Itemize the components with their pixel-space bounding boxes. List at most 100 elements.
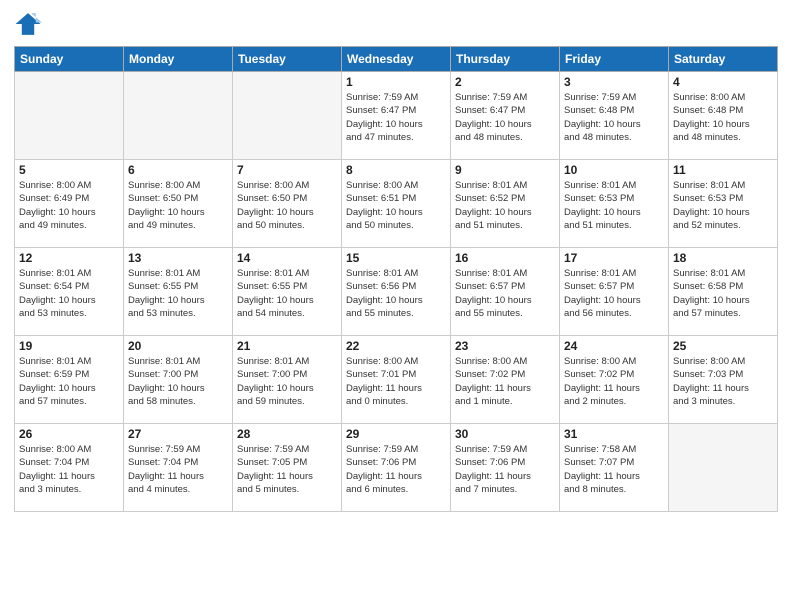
day-number: 26 bbox=[19, 427, 119, 441]
calendar-cell: 15 Sunrise: 8:01 AM Sunset: 6:56 PM Dayli… bbox=[342, 248, 451, 336]
day-number: 23 bbox=[455, 339, 555, 353]
day-info: Sunrise: 8:00 AM Sunset: 6:48 PM Dayligh… bbox=[673, 91, 773, 144]
day-number: 21 bbox=[237, 339, 337, 353]
day-info: Sunrise: 8:01 AM Sunset: 6:53 PM Dayligh… bbox=[673, 179, 773, 232]
day-info: Sunrise: 8:00 AM Sunset: 7:01 PM Dayligh… bbox=[346, 355, 446, 408]
day-number: 30 bbox=[455, 427, 555, 441]
day-number: 25 bbox=[673, 339, 773, 353]
weekday-sunday: Sunday bbox=[15, 47, 124, 72]
day-number: 15 bbox=[346, 251, 446, 265]
day-number: 8 bbox=[346, 163, 446, 177]
day-info: Sunrise: 8:01 AM Sunset: 6:58 PM Dayligh… bbox=[673, 267, 773, 320]
week-row-2: 12Sunrise: 8:01 AM Sunset: 6:54 PM Dayli… bbox=[15, 248, 778, 336]
day-number: 22 bbox=[346, 339, 446, 353]
day-info: Sunrise: 8:01 AM Sunset: 6:53 PM Dayligh… bbox=[564, 179, 664, 232]
calendar-cell: 3 Sunrise: 7:59 AM Sunset: 6:48 PM Daylig… bbox=[560, 72, 669, 160]
weekday-wednesday: Wednesday bbox=[342, 47, 451, 72]
day-info: Sunrise: 8:00 AM Sunset: 7:04 PM Dayligh… bbox=[19, 443, 119, 496]
week-row-4: 26 Sunrise: 8:00 AM Sunset: 7:04 PM Dayli… bbox=[15, 424, 778, 512]
day-number: 16 bbox=[455, 251, 555, 265]
calendar-cell bbox=[15, 72, 124, 160]
calendar-cell: 24Sunrise: 8:00 AM Sunset: 7:02 PM Dayli… bbox=[560, 336, 669, 424]
calendar-cell: 2 Sunrise: 7:59 AM Sunset: 6:47 PM Daylig… bbox=[451, 72, 560, 160]
day-info: Sunrise: 8:01 AM Sunset: 6:57 PM Dayligh… bbox=[455, 267, 555, 320]
calendar-cell: 23 Sunrise: 8:00 AM Sunset: 7:02 PM Dayli… bbox=[451, 336, 560, 424]
calendar-cell: 31 Sunrise: 7:58 AM Sunset: 7:07 PM Dayli… bbox=[560, 424, 669, 512]
day-number: 19 bbox=[19, 339, 119, 353]
day-number: 1 bbox=[346, 75, 446, 89]
calendar-cell: 29Sunrise: 7:59 AM Sunset: 7:06 PM Dayli… bbox=[342, 424, 451, 512]
calendar-cell: 27 Sunrise: 7:59 AM Sunset: 7:04 PM Dayli… bbox=[124, 424, 233, 512]
calendar-cell: 6Sunrise: 8:00 AM Sunset: 6:50 PM Daylig… bbox=[124, 160, 233, 248]
weekday-thursday: Thursday bbox=[451, 47, 560, 72]
day-info: Sunrise: 8:01 AM Sunset: 6:55 PM Dayligh… bbox=[128, 267, 228, 320]
calendar-cell: 13 Sunrise: 8:01 AM Sunset: 6:55 PM Dayli… bbox=[124, 248, 233, 336]
weekday-tuesday: Tuesday bbox=[233, 47, 342, 72]
week-row-0: 1 Sunrise: 7:59 AM Sunset: 6:47 PM Daylig… bbox=[15, 72, 778, 160]
calendar-cell: 26 Sunrise: 8:00 AM Sunset: 7:04 PM Dayli… bbox=[15, 424, 124, 512]
calendar-cell: 12Sunrise: 8:01 AM Sunset: 6:54 PM Dayli… bbox=[15, 248, 124, 336]
day-info: Sunrise: 7:59 AM Sunset: 6:47 PM Dayligh… bbox=[455, 91, 555, 144]
day-info: Sunrise: 8:01 AM Sunset: 6:52 PM Dayligh… bbox=[455, 179, 555, 232]
calendar-cell: 25 Sunrise: 8:00 AM Sunset: 7:03 PM Dayli… bbox=[669, 336, 778, 424]
day-number: 9 bbox=[455, 163, 555, 177]
day-info: Sunrise: 8:01 AM Sunset: 6:55 PM Dayligh… bbox=[237, 267, 337, 320]
calendar-cell: 20 Sunrise: 8:01 AM Sunset: 7:00 PM Dayli… bbox=[124, 336, 233, 424]
calendar-cell: 1 Sunrise: 7:59 AM Sunset: 6:47 PM Daylig… bbox=[342, 72, 451, 160]
day-number: 10 bbox=[564, 163, 664, 177]
day-info: Sunrise: 7:58 AM Sunset: 7:07 PM Dayligh… bbox=[564, 443, 664, 496]
day-number: 29 bbox=[346, 427, 446, 441]
day-info: Sunrise: 8:01 AM Sunset: 6:56 PM Dayligh… bbox=[346, 267, 446, 320]
day-number: 20 bbox=[128, 339, 228, 353]
calendar-cell: 22 Sunrise: 8:00 AM Sunset: 7:01 PM Dayli… bbox=[342, 336, 451, 424]
weekday-saturday: Saturday bbox=[669, 47, 778, 72]
calendar-cell: 21 Sunrise: 8:01 AM Sunset: 7:00 PM Dayli… bbox=[233, 336, 342, 424]
weekday-friday: Friday bbox=[560, 47, 669, 72]
day-number: 27 bbox=[128, 427, 228, 441]
calendar-cell: 17Sunrise: 8:01 AM Sunset: 6:57 PM Dayli… bbox=[560, 248, 669, 336]
calendar-cell: 5 Sunrise: 8:00 AM Sunset: 6:49 PM Daylig… bbox=[15, 160, 124, 248]
day-number: 4 bbox=[673, 75, 773, 89]
day-number: 5 bbox=[19, 163, 119, 177]
weekday-header: SundayMondayTuesdayWednesdayThursdayFrid… bbox=[15, 47, 778, 72]
calendar-cell: 10 Sunrise: 8:01 AM Sunset: 6:53 PM Dayli… bbox=[560, 160, 669, 248]
day-number: 3 bbox=[564, 75, 664, 89]
day-info: Sunrise: 8:00 AM Sunset: 7:02 PM Dayligh… bbox=[455, 355, 555, 408]
calendar-cell: 19Sunrise: 8:01 AM Sunset: 6:59 PM Dayli… bbox=[15, 336, 124, 424]
calendar-cell bbox=[124, 72, 233, 160]
day-info: Sunrise: 7:59 AM Sunset: 7:04 PM Dayligh… bbox=[128, 443, 228, 496]
day-number: 31 bbox=[564, 427, 664, 441]
calendar-cell: 28 Sunrise: 7:59 AM Sunset: 7:05 PM Dayli… bbox=[233, 424, 342, 512]
logo bbox=[14, 10, 46, 38]
day-info: Sunrise: 8:01 AM Sunset: 7:00 PM Dayligh… bbox=[128, 355, 228, 408]
calendar-cell bbox=[233, 72, 342, 160]
day-info: Sunrise: 7:59 AM Sunset: 6:48 PM Dayligh… bbox=[564, 91, 664, 144]
logo-icon bbox=[14, 10, 42, 38]
day-number: 18 bbox=[673, 251, 773, 265]
day-number: 13 bbox=[128, 251, 228, 265]
calendar-cell: 11 Sunrise: 8:01 AM Sunset: 6:53 PM Dayli… bbox=[669, 160, 778, 248]
calendar-cell: 14 Sunrise: 8:01 AM Sunset: 6:55 PM Dayli… bbox=[233, 248, 342, 336]
day-number: 2 bbox=[455, 75, 555, 89]
day-number: 11 bbox=[673, 163, 773, 177]
day-number: 12 bbox=[19, 251, 119, 265]
week-row-3: 19Sunrise: 8:01 AM Sunset: 6:59 PM Dayli… bbox=[15, 336, 778, 424]
day-info: Sunrise: 8:00 AM Sunset: 6:49 PM Dayligh… bbox=[19, 179, 119, 232]
day-info: Sunrise: 7:59 AM Sunset: 6:47 PM Dayligh… bbox=[346, 91, 446, 144]
day-number: 17 bbox=[564, 251, 664, 265]
day-number: 28 bbox=[237, 427, 337, 441]
calendar-cell bbox=[669, 424, 778, 512]
day-info: Sunrise: 8:00 AM Sunset: 6:51 PM Dayligh… bbox=[346, 179, 446, 232]
day-info: Sunrise: 8:01 AM Sunset: 7:00 PM Dayligh… bbox=[237, 355, 337, 408]
day-number: 14 bbox=[237, 251, 337, 265]
calendar-body: 1 Sunrise: 7:59 AM Sunset: 6:47 PM Daylig… bbox=[15, 72, 778, 512]
calendar-cell: 16 Sunrise: 8:01 AM Sunset: 6:57 PM Dayli… bbox=[451, 248, 560, 336]
day-number: 7 bbox=[237, 163, 337, 177]
header bbox=[14, 10, 778, 38]
day-number: 24 bbox=[564, 339, 664, 353]
calendar: SundayMondayTuesdayWednesdayThursdayFrid… bbox=[14, 46, 778, 512]
day-info: Sunrise: 8:00 AM Sunset: 6:50 PM Dayligh… bbox=[128, 179, 228, 232]
calendar-cell: 18 Sunrise: 8:01 AM Sunset: 6:58 PM Dayli… bbox=[669, 248, 778, 336]
day-info: Sunrise: 7:59 AM Sunset: 7:05 PM Dayligh… bbox=[237, 443, 337, 496]
day-info: Sunrise: 8:00 AM Sunset: 7:03 PM Dayligh… bbox=[673, 355, 773, 408]
